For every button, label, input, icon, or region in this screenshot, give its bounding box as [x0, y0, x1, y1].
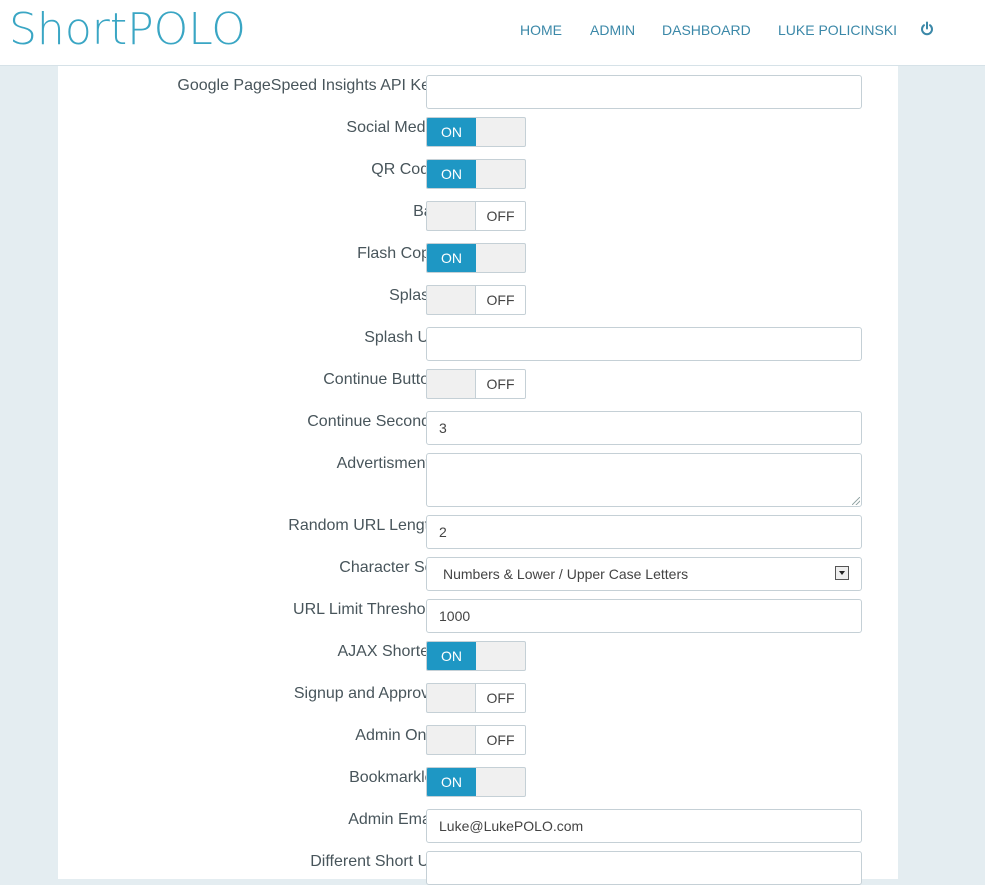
admin-only-toggle[interactable]: OFF: [426, 725, 526, 755]
setting-admin-only: Admin Only? OFF: [58, 716, 898, 758]
setting-admin-email: Admin Email? Luke@LukePOLO.com: [58, 800, 898, 843]
nav-admin[interactable]: ADMIN: [590, 22, 635, 38]
toggle-state: OFF: [475, 370, 525, 398]
random-url-length-input[interactable]: 2: [426, 515, 862, 549]
settings-panel: Google PageSpeed Insights API Key? Socia…: [58, 66, 898, 885]
signup-approve-toggle[interactable]: OFF: [426, 683, 526, 713]
toggle-state: OFF: [475, 726, 525, 754]
resize-handle[interactable]: [852, 497, 860, 505]
setting-ajax-shorten: AJAX Shorten? ON: [58, 632, 898, 674]
setting-signup-approve: Signup and Approve? OFF: [58, 674, 898, 716]
character-set-value: Numbers & Lower / Upper Case Letters: [443, 566, 689, 582]
toggle-state: ON: [427, 768, 476, 796]
bookmarklet-toggle[interactable]: ON: [426, 767, 526, 797]
setting-bookmarklet: Bookmarklet? ON: [58, 758, 898, 800]
setting-splash-url: Splash Url?: [58, 318, 898, 361]
toggle-state: OFF: [475, 202, 525, 230]
chevron-down-icon[interactable]: [835, 566, 849, 580]
setting-continue-seconds: Continue Seconds? 3: [58, 402, 898, 445]
nav-home[interactable]: HOME: [520, 22, 562, 38]
url-limit-threshold-input[interactable]: 1000: [426, 599, 862, 633]
setting-random-url-length: Random URL Length? 2: [58, 506, 898, 549]
bar-toggle[interactable]: OFF: [426, 201, 526, 231]
qr-code-toggle[interactable]: ON: [426, 159, 526, 189]
character-set-select[interactable]: Numbers & Lower / Upper Case Letters: [426, 557, 862, 591]
setting-pagespeed-key: Google PageSpeed Insights API Key?: [58, 66, 898, 109]
continue-seconds-input[interactable]: 3: [426, 411, 862, 445]
power-icon[interactable]: [920, 21, 934, 37]
toggle-state: ON: [427, 244, 476, 272]
toggle-state: OFF: [475, 684, 525, 712]
splash-url-input[interactable]: [426, 327, 862, 361]
setting-advertisments: Advertisments?: [58, 444, 898, 507]
setting-url-limit-threshold: URL Limit Threshold? 1000: [58, 590, 898, 633]
setting-character-set: Character Set? Numbers & Lower / Upper C…: [58, 548, 898, 591]
different-short-url-input[interactable]: [426, 851, 862, 885]
setting-continue-button: Continue Button? OFF: [58, 360, 898, 402]
nav-user[interactable]: LUKE POLICINSKI: [778, 22, 897, 38]
toggle-state: ON: [427, 118, 476, 146]
top-navbar: ShortPOLO HOME ADMIN DASHBOARD LUKE POLI…: [0, 0, 985, 66]
setting-social-media: Social Media? ON: [58, 108, 898, 150]
ajax-shorten-toggle[interactable]: ON: [426, 641, 526, 671]
setting-flash-copy: Flash Copy? ON: [58, 234, 898, 276]
setting-bar: Bar? OFF: [58, 192, 898, 234]
setting-qr-code: QR Code? ON: [58, 150, 898, 192]
setting-splash: Splash? OFF: [58, 276, 898, 318]
splash-toggle[interactable]: OFF: [426, 285, 526, 315]
setting-label: Google PageSpeed Insights API Key?: [177, 77, 456, 95]
logo[interactable]: ShortPOLO: [9, 4, 246, 56]
nav-dashboard[interactable]: DASHBOARD: [662, 22, 751, 38]
social-media-toggle[interactable]: ON: [426, 117, 526, 147]
toggle-state: ON: [427, 642, 476, 670]
pagespeed-key-input[interactable]: [426, 75, 862, 109]
toggle-state: ON: [427, 160, 476, 188]
continue-button-toggle[interactable]: OFF: [426, 369, 526, 399]
advertisments-textarea[interactable]: [426, 453, 862, 507]
toggle-state: OFF: [475, 286, 525, 314]
flash-copy-toggle[interactable]: ON: [426, 243, 526, 273]
setting-different-short-url: Different Short Url?: [58, 842, 898, 885]
admin-email-input[interactable]: Luke@LukePOLO.com: [426, 809, 862, 843]
